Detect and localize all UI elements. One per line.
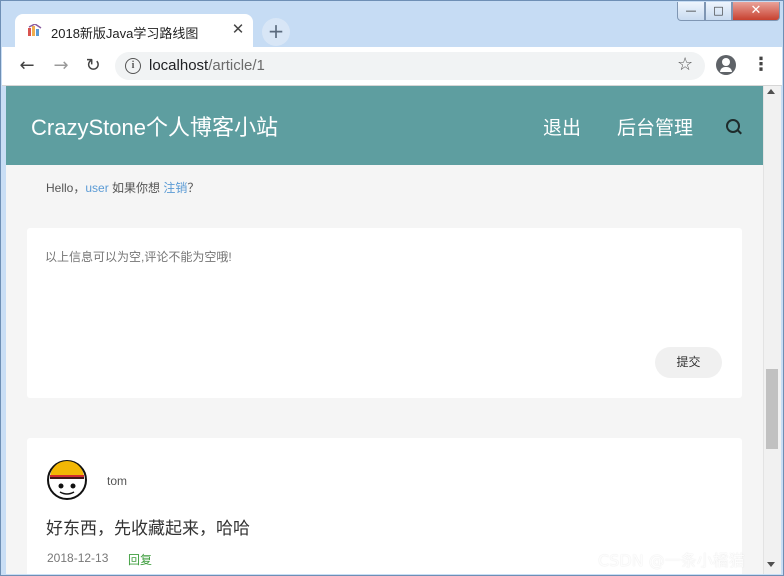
comment-textarea[interactable] — [45, 248, 705, 348]
close-window-button[interactable]: ✕ — [732, 2, 780, 21]
forward-arrow-icon[interactable]: → — [50, 55, 72, 77]
greeting-middle: 如果你想 — [108, 181, 164, 195]
bookmark-star-icon[interactable]: ☆ — [677, 54, 693, 75]
site-navbar: CrazyStone个人博客小站 退出 后台管理 — [6, 86, 763, 165]
url-path: /article/1 — [208, 57, 265, 74]
favicon-icon — [28, 24, 42, 36]
greeting-line: Hello，user 如果你想 注销？ — [46, 179, 199, 196]
user-link[interactable]: user — [85, 181, 108, 195]
tab-title: 2018新版Java学习路线图 — [51, 26, 199, 41]
site-brand[interactable]: CrazyStone个人博客小站 — [31, 110, 278, 142]
url-text[interactable]: localhost/article/1 — [149, 57, 265, 74]
new-tab-button[interactable]: + — [262, 18, 290, 46]
profile-icon[interactable] — [716, 55, 736, 75]
address-bar[interactable]: i localhost/article/1 ☆ — [115, 52, 705, 80]
watermark: CSDN @一条小橘猫 — [598, 551, 745, 570]
page-scrollbar[interactable] — [763, 86, 781, 574]
menu-kebab-icon[interactable]: ⋮ — [752, 55, 770, 77]
scroll-up-arrow-icon[interactable] — [767, 89, 775, 94]
reload-icon[interactable]: ↻ — [82, 55, 104, 77]
comment-date: 2018-12-13 — [47, 551, 109, 565]
comment-form: 提交 — [27, 228, 742, 398]
back-arrow-icon[interactable]: ← — [16, 55, 38, 77]
reply-link[interactable]: 回复 — [128, 551, 152, 568]
browser-tab[interactable]: 2018新版Java学习路线图 ✕ — [15, 14, 253, 48]
greeting-suffix: ？ — [187, 181, 200, 195]
site-info-icon[interactable]: i — [125, 58, 141, 74]
tab-close-icon[interactable]: ✕ — [229, 20, 247, 38]
comment-author: tom — [107, 474, 128, 488]
browser-toolbar: ← → ↻ i localhost/article/1 ☆ ⋮ — [2, 47, 782, 86]
search-icon[interactable] — [726, 119, 740, 133]
comment-text: 好东西，先收藏起来，哈哈 — [46, 519, 250, 539]
url-host: localhost — [149, 57, 209, 74]
logout-link[interactable]: 注销 — [163, 181, 187, 195]
scroll-down-arrow-icon[interactable] — [767, 562, 775, 567]
nav-logout-link[interactable]: 退出 — [543, 113, 581, 140]
submit-button[interactable]: 提交 — [655, 347, 722, 378]
nav-admin-link[interactable]: 后台管理 — [617, 113, 693, 140]
maximize-button[interactable]: □ — [705, 2, 732, 21]
minimize-button[interactable]: — — [677, 2, 705, 21]
page-viewport: CrazyStone个人博客小站 退出 后台管理 Hello，user 如果你想… — [6, 86, 763, 574]
scroll-thumb[interactable] — [766, 369, 778, 449]
avatar — [47, 460, 87, 500]
browser-window: 2018新版Java学习路线图 ✕ + — □ ✕ ← → ↻ i localh… — [0, 0, 784, 576]
tab-strip: 2018新版Java学习路线图 ✕ + — □ ✕ — [1, 1, 783, 48]
greeting-prefix: Hello， — [46, 181, 86, 195]
